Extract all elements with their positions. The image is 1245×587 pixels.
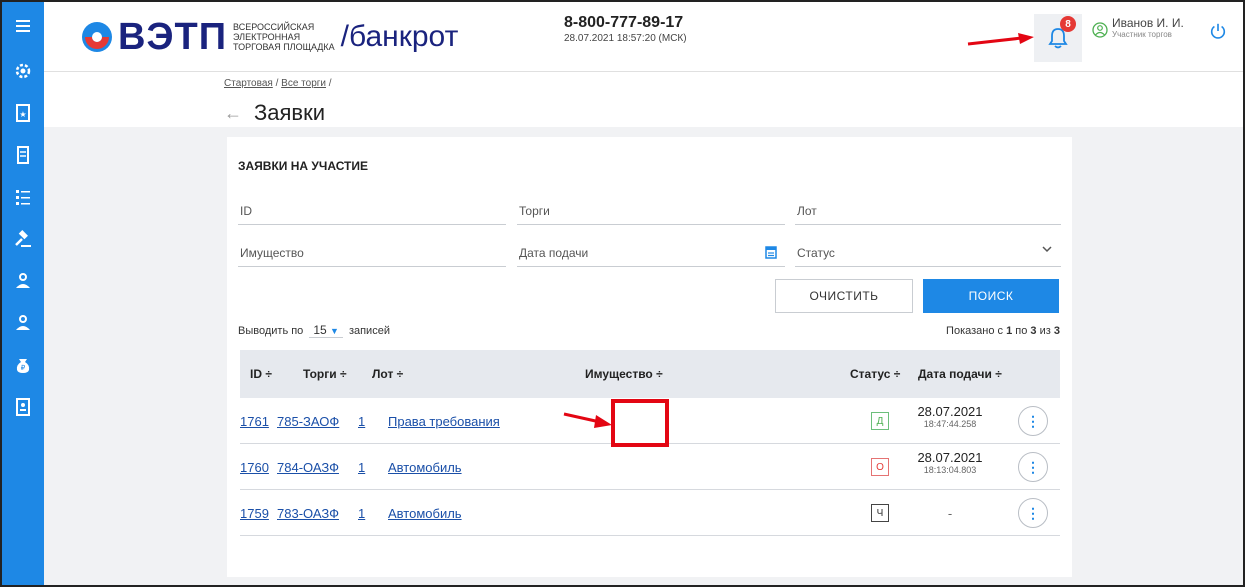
chevron-down-icon xyxy=(1041,243,1053,258)
page-header: Стартовая / Все торги / ← Заявки xyxy=(44,72,1243,127)
torgi-filter-input[interactable]: Торги xyxy=(517,197,785,225)
more-options-button[interactable]: ⋮ xyxy=(1018,498,1048,528)
more-options-button[interactable]: ⋮ xyxy=(1018,406,1048,436)
server-datetime: 28.07.2021 18:57:20 (МСК) xyxy=(564,33,687,44)
row-id-link[interactable]: 1761 xyxy=(240,414,269,429)
row-date: - xyxy=(947,506,953,521)
pagination-info: Показано с 1 по 3 из 3 xyxy=(946,325,1060,337)
user-add-icon[interactable] xyxy=(2,260,44,302)
svg-text:★: ★ xyxy=(19,110,26,119)
menu-icon[interactable] xyxy=(2,2,44,50)
col-id[interactable]: ID ÷ xyxy=(250,367,272,381)
date-filter-input[interactable]: Дата подачи xyxy=(517,239,785,267)
status-badge: Ч xyxy=(871,504,889,522)
row-torgi-link[interactable]: 785-ЗАОФ xyxy=(277,414,339,429)
user-avatar-icon xyxy=(1092,22,1108,38)
per-page-control: Выводить по 15 ▼ записей xyxy=(238,323,390,338)
row-lot-link[interactable]: 1 xyxy=(358,506,365,521)
per-page-select[interactable]: 15 ▼ xyxy=(309,323,343,338)
gavel-icon[interactable] xyxy=(2,218,44,260)
status-badge: Д xyxy=(871,412,889,430)
row-date: 28.07.2021 18:13:04.803 xyxy=(917,450,983,475)
row-property-link[interactable]: Права требования xyxy=(388,414,500,429)
power-icon[interactable] xyxy=(1209,22,1229,42)
logo-subtitle: ВСЕРОССИЙСКАЯ ЭЛЕКТРОННАЯ ТОРГОВАЯ ПЛОЩА… xyxy=(233,22,335,52)
status-badge: О xyxy=(871,458,889,476)
back-arrow-icon[interactable]: ← xyxy=(224,103,242,124)
row-torgi-link[interactable]: 783-ОАЗФ xyxy=(277,506,339,521)
page-title-row: ← Заявки xyxy=(224,100,325,126)
contacts-icon[interactable] xyxy=(2,386,44,428)
col-property[interactable]: Имущество ÷ xyxy=(585,367,663,381)
user-role: Участник торгов xyxy=(1112,30,1172,39)
page-title: Заявки xyxy=(254,100,326,125)
col-lot[interactable]: Лот ÷ xyxy=(372,367,403,381)
logo-mark-icon xyxy=(80,20,114,54)
scroll-icon[interactable] xyxy=(2,134,44,176)
row-lot-link[interactable]: 1 xyxy=(358,460,365,475)
logo-name: ВЭТП xyxy=(118,16,228,58)
card-title: ЗАЯВКИ НА УЧАСТИЕ xyxy=(238,159,369,173)
phone-number: 8-800-777-89-17 xyxy=(564,14,684,31)
contact-info: 8-800-777-89-17 28.07.2021 18:57:20 (МСК… xyxy=(564,14,687,44)
breadcrumb-start[interactable]: Стартовая xyxy=(224,78,273,89)
annotation-arrow xyxy=(563,412,612,428)
calendar-icon[interactable] xyxy=(765,245,777,262)
row-lot-link[interactable]: 1 xyxy=(358,414,365,429)
row-date: 28.07.2021 18:47:44.258 xyxy=(917,404,983,429)
more-options-button[interactable]: ⋮ xyxy=(1018,452,1048,482)
status-filter-select[interactable]: Статус xyxy=(795,239,1061,267)
row-id-link[interactable]: 1760 xyxy=(240,460,269,475)
clear-button[interactable]: ОЧИСТИТЬ xyxy=(775,279,913,313)
svg-text:₽: ₽ xyxy=(21,364,26,372)
row-property-link[interactable]: Автомобиль xyxy=(388,506,462,521)
annotation-arrow xyxy=(967,33,1034,46)
sidebar: ★ ₽ xyxy=(2,2,44,585)
breadcrumb: Стартовая / Все торги / xyxy=(224,78,332,89)
user-name: Иванов И. И. xyxy=(1112,16,1184,30)
user-menu[interactable]: Иванов И. И. Участник торгов xyxy=(1092,16,1184,39)
notifications-badge: 8 xyxy=(1060,16,1076,32)
id-filter-input[interactable]: ID xyxy=(238,197,506,225)
user-icon[interactable] xyxy=(2,302,44,344)
document-star-icon[interactable]: ★ xyxy=(2,92,44,134)
col-torgi[interactable]: Торги ÷ xyxy=(303,367,347,381)
applications-card: ЗАЯВКИ НА УЧАСТИЕ ID Торги Лот Имущество… xyxy=(227,137,1072,577)
search-button[interactable]: ПОИСК xyxy=(923,279,1059,313)
top-header: ВЭТП ВСЕРОССИЙСКАЯ ЭЛЕКТРОННАЯ ТОРГОВАЯ … xyxy=(44,2,1243,72)
list-icon[interactable] xyxy=(2,176,44,218)
logo[interactable]: ВЭТП ВСЕРОССИЙСКАЯ ЭЛЕКТРОННАЯ ТОРГОВАЯ … xyxy=(80,16,459,58)
row-id-link[interactable]: 1759 xyxy=(240,506,269,521)
property-filter-input[interactable]: Имущество xyxy=(238,239,506,267)
row-torgi-link[interactable]: 784-ОАЗФ xyxy=(277,460,339,475)
col-date[interactable]: Дата подачи ÷ xyxy=(918,367,1002,381)
notifications-button[interactable]: 8 xyxy=(1034,14,1082,62)
money-bag-icon[interactable]: ₽ xyxy=(2,344,44,386)
annotation-highlight-box xyxy=(611,399,669,447)
settings-icon[interactable] xyxy=(2,50,44,92)
table-header: ID ÷ Торги ÷ Лот ÷ Имущество ÷ Статус ÷ … xyxy=(240,350,1060,398)
table-row: 1759 783-ОАЗФ 1 Автомобиль Ч - ⋮ xyxy=(240,490,1060,536)
table-row: 1760 784-ОАЗФ 1 Автомобиль О 28.07.2021 … xyxy=(240,444,1060,490)
col-status[interactable]: Статус ÷ xyxy=(850,367,900,381)
lot-filter-input[interactable]: Лот xyxy=(795,197,1061,225)
row-property-link[interactable]: Автомобиль xyxy=(388,460,462,475)
logo-section: /банкрот xyxy=(340,20,459,53)
breadcrumb-all-torgi[interactable]: Все торги xyxy=(281,78,326,89)
